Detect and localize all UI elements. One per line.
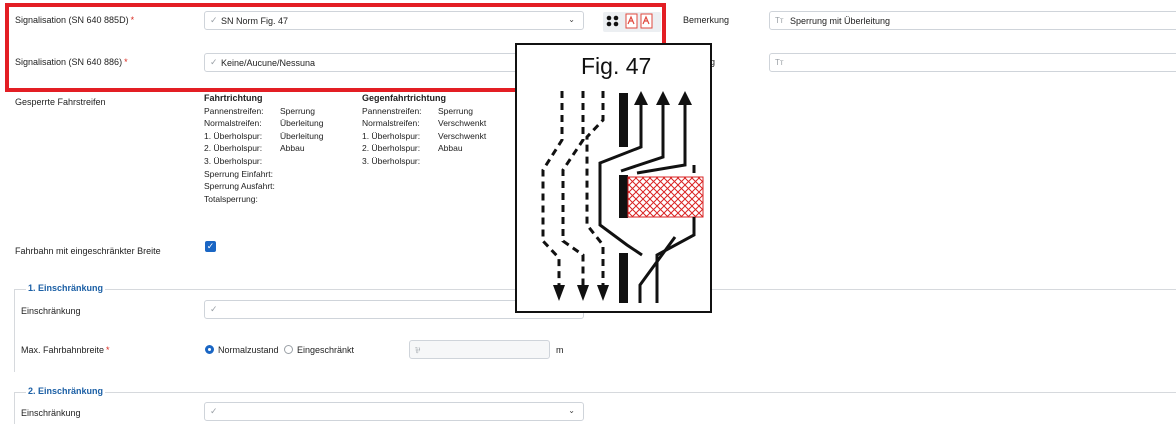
second-remark-input[interactable]: Tт <box>769 53 1176 72</box>
einschraenkung-2-label: Einschränkung <box>21 408 81 418</box>
radio-eingeschraenkt-label: Eingeschränkt <box>297 345 355 355</box>
check-icon: ✓ <box>210 406 218 416</box>
radio-normalzustand-label: Normalzustand <box>218 345 279 355</box>
figure-popup: Fig. 47 <box>515 43 712 313</box>
bemerkung-input[interactable]: Tт Sperrung mit Überleitung <box>769 11 1176 30</box>
section-1-title: 1. Einschränkung <box>26 283 106 293</box>
numeric-icon: ⅌ <box>415 346 421 355</box>
radio-eingeschraenkt[interactable] <box>284 345 293 354</box>
section-2-title: 2. Einschränkung <box>26 386 106 396</box>
text-type-icon: Tт <box>775 16 784 25</box>
section-2-divider <box>14 392 1176 393</box>
fahrbahnbreite-input[interactable]: ⅌ <box>409 340 550 359</box>
gegenfahrtrichtung-header: Gegenfahrtrichtung <box>362 93 447 103</box>
check-icon: ✓ <box>210 304 218 314</box>
section-1-border <box>14 289 15 372</box>
unit-label: m <box>556 345 564 355</box>
fahrbahn-label: Fahrbahn mit eingeschränkter Breite <box>15 246 161 256</box>
gesperrte-label: Gesperrte Fahrstreifen <box>15 97 106 107</box>
radio-normalzustand[interactable] <box>205 345 214 354</box>
chevron-down-icon: ⌄ <box>568 406 575 415</box>
fahrtrichtung-table: Fahrtrichtung Pannenstreifen: Sperrung No… <box>204 93 324 204</box>
gegenfahrtrichtung-table: Gegenfahrtrichtung Pannenstreifen: Sperru… <box>362 93 487 166</box>
section-2-border <box>14 392 15 424</box>
text-type-icon: Tт <box>775 58 784 67</box>
max-breite-label: Max. Fahrbahnbreite * <box>21 345 110 355</box>
lane-diagram <box>541 91 704 303</box>
fahrbahn-checkbox[interactable]: ✓ <box>205 241 216 252</box>
einschraenkung-1-label: Einschränkung <box>21 306 81 316</box>
fahrtrichtung-header: Fahrtrichtung <box>204 93 263 103</box>
einschraenkung-2-select[interactable]: ✓ ⌄ <box>204 402 584 421</box>
bemerkung-label: Bemerkung <box>683 15 730 25</box>
